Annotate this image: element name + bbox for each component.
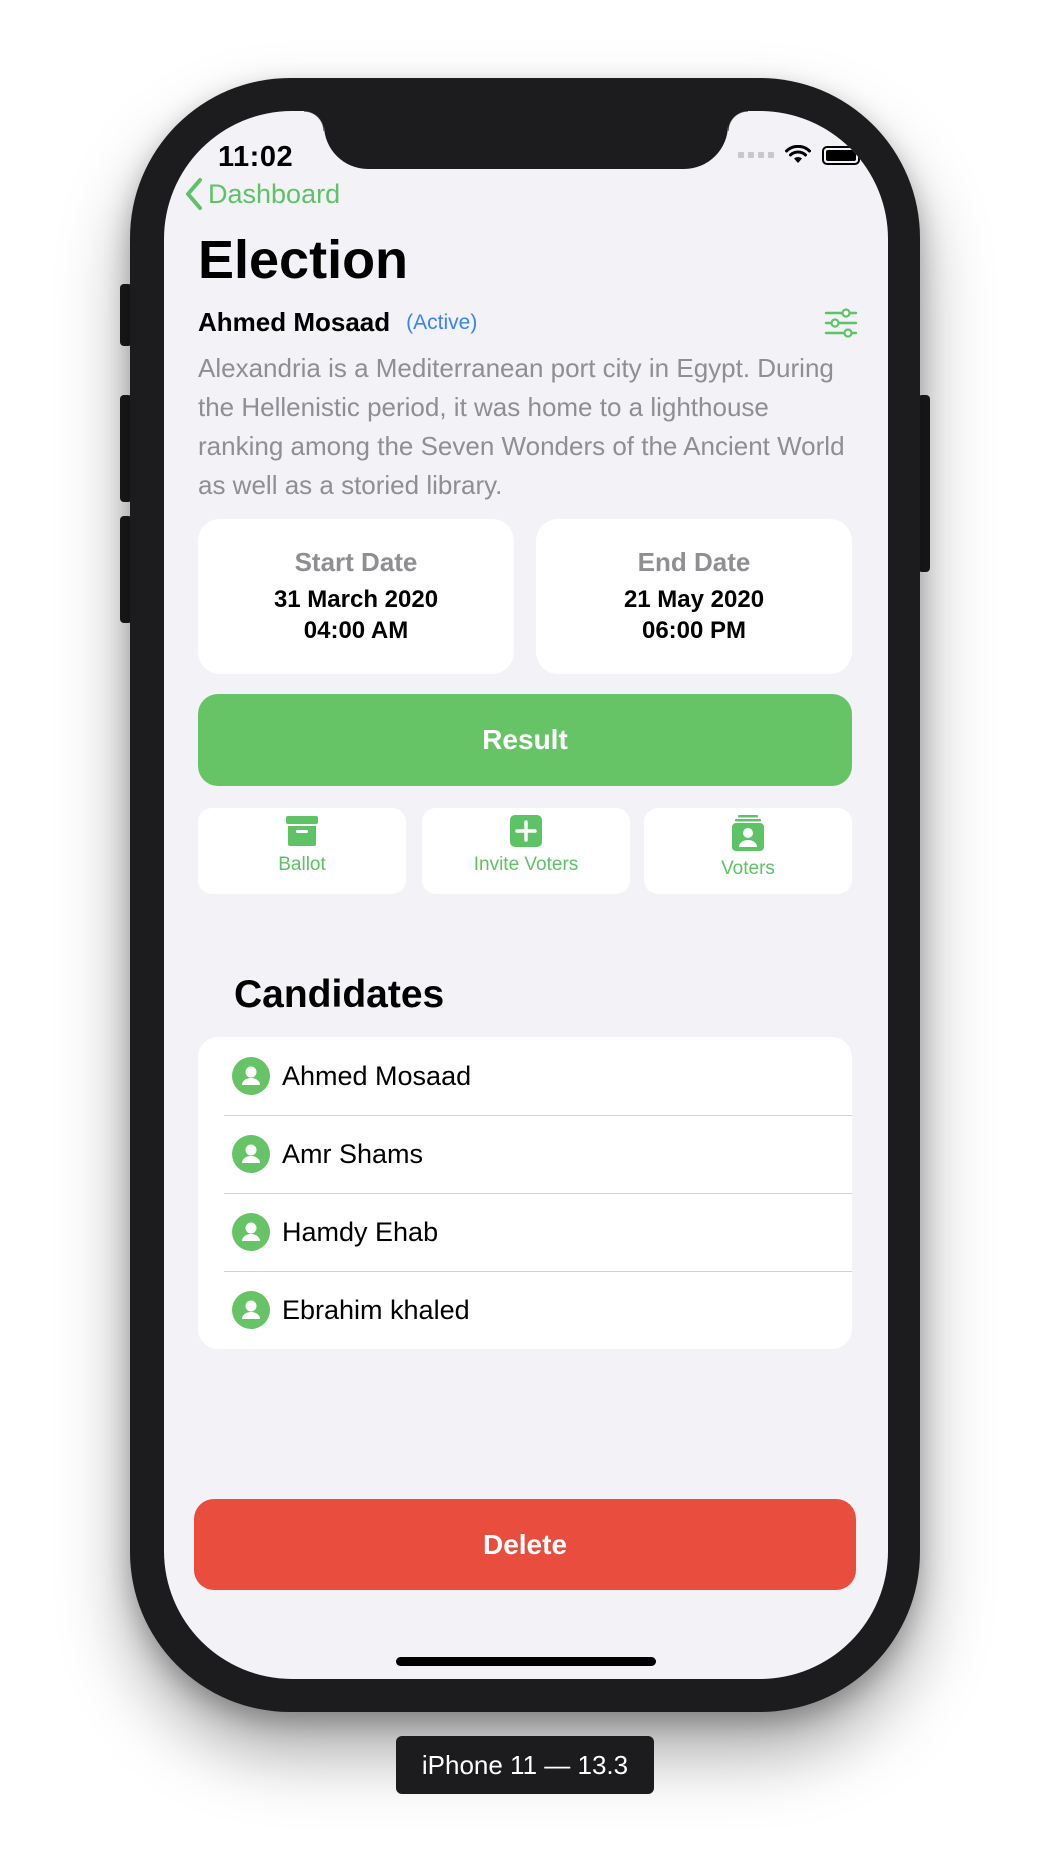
person-circle-icon — [232, 1213, 270, 1251]
candidate-name: Ahmed Mosaad — [282, 1060, 472, 1091]
invite-voters-button[interactable]: Invite Voters — [422, 808, 630, 894]
start-date-label: Start Date — [294, 547, 418, 577]
voters-button[interactable]: Voters — [644, 808, 852, 894]
start-time-value: 04:00 AM — [303, 617, 409, 644]
result-button[interactable]: Result — [198, 694, 852, 786]
candidate-name: Hamdy Ehab — [282, 1216, 439, 1247]
list-item[interactable]: Ebrahim khaled — [198, 1271, 852, 1349]
election-owner: Ahmed Mosaad — [198, 307, 391, 337]
end-date-label: End Date — [637, 547, 751, 577]
ballot-label: Ballot — [278, 854, 326, 875]
list-item[interactable]: Ahmed Mosaad — [198, 1037, 852, 1115]
end-time-value: 06:00 PM — [641, 617, 747, 644]
sliders-icon[interactable] — [824, 307, 858, 338]
back-label: Dashboard — [208, 178, 341, 209]
wifi-icon — [785, 145, 811, 163]
plus-square-icon — [510, 815, 542, 847]
home-indicator[interactable] — [396, 1657, 656, 1666]
start-date-card: Start Date 31 March 2020 04:00 AM — [198, 519, 514, 674]
person-circle-icon — [232, 1291, 270, 1329]
candidate-name: Ebrahim khaled — [282, 1294, 470, 1325]
candidates-heading: Candidates — [234, 973, 445, 1016]
device-label: iPhone 11 — 13.3 — [396, 1736, 654, 1794]
list-item[interactable]: Amr Shams — [198, 1115, 852, 1193]
delete-button[interactable]: Delete — [194, 1499, 856, 1590]
end-date-card: End Date 21 May 2020 06:00 PM — [536, 519, 852, 674]
list-item[interactable]: Hamdy Ehab — [198, 1193, 852, 1271]
app-screen: 11:02 Dashboard Election Ahmed Mosaad (A… — [164, 111, 888, 1679]
candidates-list: Ahmed Mosaad Amr Shams Hamdy Ehab Ebrahi… — [198, 1037, 852, 1349]
candidate-name: Amr Shams — [282, 1138, 424, 1169]
person-circle-icon — [232, 1135, 270, 1173]
archive-box-icon — [286, 816, 318, 846]
invite-voters-label: Invite Voters — [473, 854, 579, 875]
status-badge: (Active) — [406, 310, 478, 334]
election-description: Alexandria is a Mediterranean port city … — [198, 353, 845, 500]
page-title: Election — [198, 230, 409, 290]
battery-icon — [822, 145, 863, 165]
back-button[interactable]: Dashboard — [184, 177, 340, 211]
status-icons — [738, 145, 863, 165]
status-time: 11:02 — [218, 141, 294, 173]
end-date-value: 21 May 2020 — [623, 586, 765, 613]
voters-label: Voters — [721, 858, 775, 879]
ballot-button[interactable]: Ballot — [198, 808, 406, 894]
person-circle-icon — [232, 1057, 270, 1095]
voters-stack-icon — [732, 815, 764, 851]
election-header: Ahmed Mosaad (Active) — [198, 307, 858, 338]
chevron-left-icon — [186, 178, 202, 210]
start-date-value: 31 March 2020 — [273, 586, 439, 613]
notch — [304, 111, 748, 169]
cellular-signal-icon — [738, 152, 774, 158]
